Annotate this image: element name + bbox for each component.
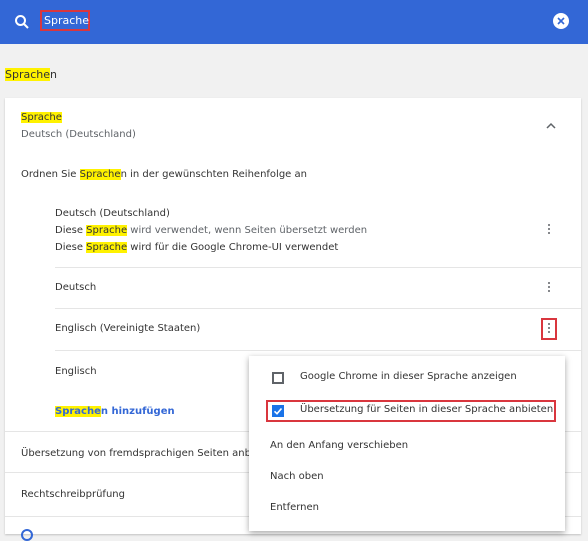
text: Diese [55, 242, 87, 253]
search-toolbar: Sprache [0, 0, 588, 44]
add-languages-link[interactable]: Sprachen hinzufügen [55, 406, 175, 417]
spellcheck-label: Rechtschreibprüfung [21, 489, 125, 500]
highlight: Sprache [5, 68, 51, 81]
text: Diese [55, 225, 87, 236]
language-name: Englisch [55, 366, 97, 377]
divider [55, 350, 581, 351]
search-input[interactable]: Sprache [40, 10, 90, 31]
highlight: Sprache [86, 225, 128, 236]
text: n [50, 68, 57, 81]
order-instruction: Ordnen Sie Sprachen in der gewünschten R… [21, 169, 307, 180]
highlight: Sprache [79, 169, 121, 180]
language-name: Englisch (Vereinigte Staaten) [55, 323, 201, 334]
chevron-up-icon[interactable] [546, 122, 556, 130]
menu-item-move-up[interactable]: Nach oben [270, 471, 324, 482]
menu-item-remove[interactable]: Entfernen [270, 502, 319, 513]
text: n hinzufügen [100, 406, 175, 417]
text: Ordnen Sie [21, 169, 80, 180]
clear-search-button[interactable] [553, 13, 569, 29]
checkmark-icon [273, 407, 283, 415]
translate-offer-label: Übersetzung von fremdsprachigen Seiten a… [21, 448, 260, 459]
divider [55, 267, 581, 268]
highlight: Sprache [55, 406, 101, 417]
language-name: Deutsch [55, 282, 97, 293]
search-icon [15, 15, 29, 29]
language-context-menu: Google Chrome in dieser Sprache anzeigen… [249, 356, 565, 531]
language-heading: Sprache [21, 112, 62, 123]
language-name: Deutsch (Deutschland) [55, 208, 170, 219]
text: n in der gewünschten Reihenfolge an [120, 169, 307, 180]
divider [55, 308, 581, 309]
language-subheading: Deutsch (Deutschland) [21, 129, 136, 140]
radio-button[interactable] [21, 529, 33, 541]
more-options-icon[interactable] [543, 222, 555, 238]
checkbox-offer-translate[interactable] [272, 405, 284, 417]
text: wird für die Google Chrome-UI verwendet [127, 242, 339, 253]
highlight: Sprache [21, 112, 62, 123]
annotation-highlight [541, 318, 557, 340]
more-options-icon[interactable] [543, 280, 555, 296]
text: wird verwendet, wenn Seiten übersetzt we… [127, 225, 368, 236]
menu-item-offer-translate[interactable]: Übersetzung für Seiten in dieser Sprache… [300, 404, 553, 415]
checkbox-show-ui[interactable] [272, 372, 284, 384]
menu-item-show-ui[interactable]: Google Chrome in dieser Sprache anzeigen [300, 371, 517, 382]
language-detail: Diese Sprache wird verwendet, wenn Seite… [55, 225, 367, 236]
highlight: Sprache [86, 242, 128, 253]
menu-item-move-to-top[interactable]: An den Anfang verschieben [270, 440, 408, 451]
language-detail: Diese Sprache wird für die Google Chrome… [55, 242, 338, 253]
section-title: Sprachen [5, 68, 57, 81]
close-icon [557, 17, 565, 25]
